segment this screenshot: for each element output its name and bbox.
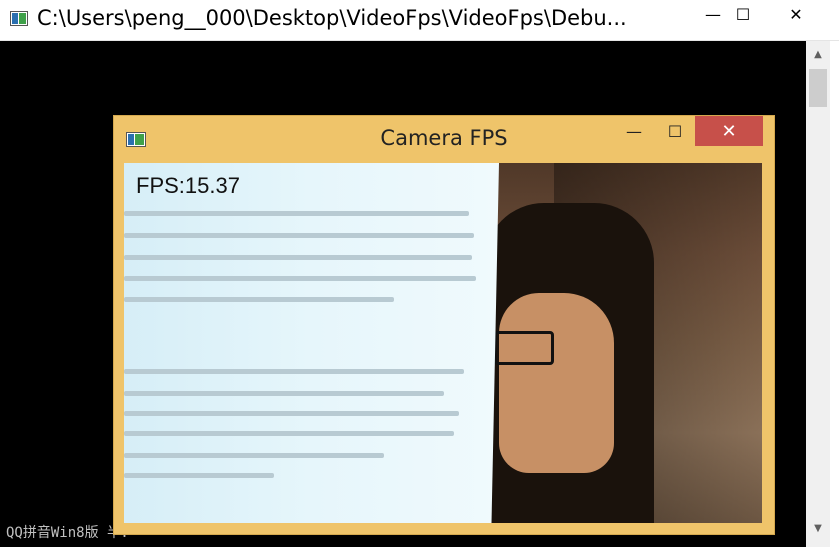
window-edge (830, 41, 839, 547)
camera-titlebar[interactable]: Camera FPS — ☐ ✕ (114, 116, 774, 161)
console-maximize-button[interactable]: ☐ (720, 0, 766, 28)
scroll-down-arrow-icon[interactable]: ▼ (806, 515, 830, 541)
camera-video-frame: FPS:15.37 (124, 163, 762, 523)
console-scrollbar[interactable]: ▲ ▼ (806, 41, 830, 547)
scroll-up-arrow-icon[interactable]: ▲ (806, 41, 830, 67)
console-window-icon[interactable] (10, 11, 28, 26)
console-window-title: C:\Users\peng__000\Desktop\VideoFps\Vide… (37, 6, 627, 30)
fps-readout: FPS:15.37 (136, 173, 240, 198)
console-titlebar[interactable]: C:\Users\peng__000\Desktop\VideoFps\Vide… (0, 0, 839, 41)
person-face (499, 293, 614, 473)
camera-minimize-button[interactable]: — (620, 118, 648, 144)
book-page (124, 163, 499, 523)
camera-maximize-button[interactable]: ☐ (661, 118, 689, 144)
camera-fps-window: Camera FPS — ☐ ✕ FPS:15.37 (113, 115, 775, 535)
scrollbar-thumb[interactable] (809, 69, 827, 107)
camera-close-button[interactable]: ✕ (695, 116, 763, 146)
console-close-button[interactable]: ✕ (773, 0, 819, 28)
glasses (494, 331, 554, 365)
